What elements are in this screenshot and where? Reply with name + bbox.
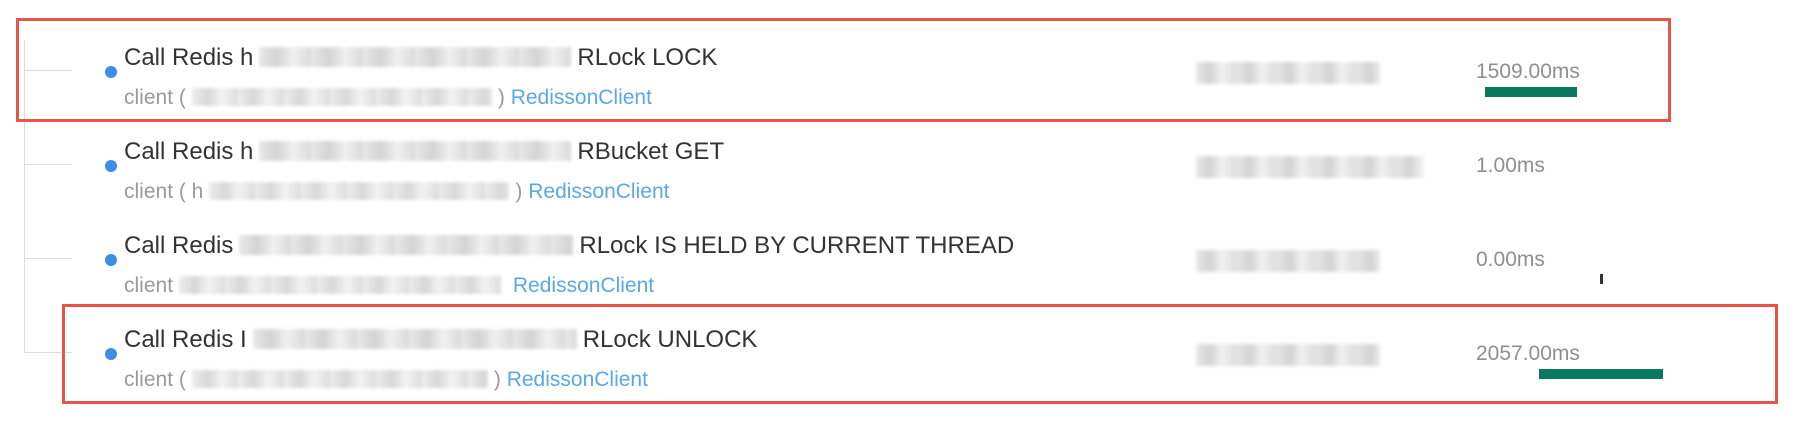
client-name-link[interactable]: RedissonClient [507, 368, 648, 391]
span-status-dot [105, 160, 117, 172]
tree-branch-line [24, 70, 72, 71]
redacted-text [209, 182, 510, 200]
client-prefix: client [124, 274, 174, 297]
redacted-text [239, 235, 574, 255]
client-name-link[interactable]: RedissonClient [528, 180, 669, 203]
client-name-link[interactable]: RedissonClient [511, 86, 652, 109]
span-title: Call Redis h RLock LOCK [124, 44, 717, 72]
span-duration: 2057.00ms [1476, 342, 1580, 365]
client-name-link[interactable]: RedissonClient [513, 274, 654, 297]
span-row[interactable]: Call Redis RLock IS HELD BY CURRENT THREA… [0, 202, 1815, 297]
span-operation: RLock LOCK [577, 44, 718, 71]
duration-tick [1600, 274, 1603, 284]
span-row[interactable]: Call Redis h RBucket GET client ( h) Redi… [0, 108, 1815, 203]
span-title-prefix: Call Redis [124, 232, 234, 259]
span-client: client () RedissonClient [124, 368, 648, 392]
span-row[interactable]: Call Redis I RLock UNLOCK client () Redis… [0, 296, 1815, 391]
span-operation: RLock UNLOCK [582, 326, 758, 353]
span-duration: 1509.00ms [1476, 60, 1580, 83]
span-title-prefix: Call Redis I [124, 326, 247, 353]
span-title: Call Redis h RBucket GET [124, 138, 724, 166]
redacted-text [259, 47, 572, 67]
redacted-column [1196, 344, 1380, 366]
span-status-dot [105, 254, 117, 266]
trace-span-list: Call Redis h RLock LOCK client () Redisso… [0, 0, 1815, 421]
client-prefix: client ( h [124, 180, 204, 203]
client-prefix: client ( [124, 86, 186, 109]
redacted-text [179, 276, 502, 294]
redacted-text [191, 370, 488, 388]
span-client: client RedissonClient [124, 274, 654, 298]
client-prefix: client ( [124, 368, 186, 391]
span-duration: 1.00ms [1476, 154, 1545, 177]
client-suffix: ) [493, 368, 501, 391]
span-row[interactable]: Call Redis h RLock LOCK client () Redisso… [0, 14, 1815, 109]
redacted-column [1196, 156, 1424, 178]
tree-branch-line [24, 164, 72, 165]
span-title-prefix: Call Redis h [124, 138, 254, 165]
span-operation: RBucket GET [577, 138, 725, 165]
tree-branch-line [24, 352, 72, 353]
duration-bar-track [1485, 87, 1761, 97]
duration-bar-track [1485, 369, 1761, 379]
redacted-text [259, 141, 572, 161]
span-status-dot [105, 348, 117, 360]
redacted-column [1196, 62, 1380, 84]
span-status-dot [105, 66, 117, 78]
duration-bar [1539, 369, 1664, 379]
redacted-text [252, 329, 577, 349]
span-operation: RLock IS HELD BY CURRENT THREAD [579, 232, 1015, 259]
client-suffix: ) [497, 86, 505, 109]
client-suffix: ) [515, 180, 523, 203]
redacted-text [191, 88, 492, 106]
redacted-column [1196, 250, 1380, 272]
span-client: client () RedissonClient [124, 86, 652, 110]
duration-bar [1485, 87, 1577, 97]
span-title: Call Redis I RLock UNLOCK [124, 326, 757, 354]
tree-branch-line [24, 258, 72, 259]
span-title-prefix: Call Redis h [124, 44, 254, 71]
span-title: Call Redis RLock IS HELD BY CURRENT THREA… [124, 232, 1014, 260]
span-client: client ( h) RedissonClient [124, 180, 669, 204]
span-duration: 0.00ms [1476, 248, 1545, 271]
